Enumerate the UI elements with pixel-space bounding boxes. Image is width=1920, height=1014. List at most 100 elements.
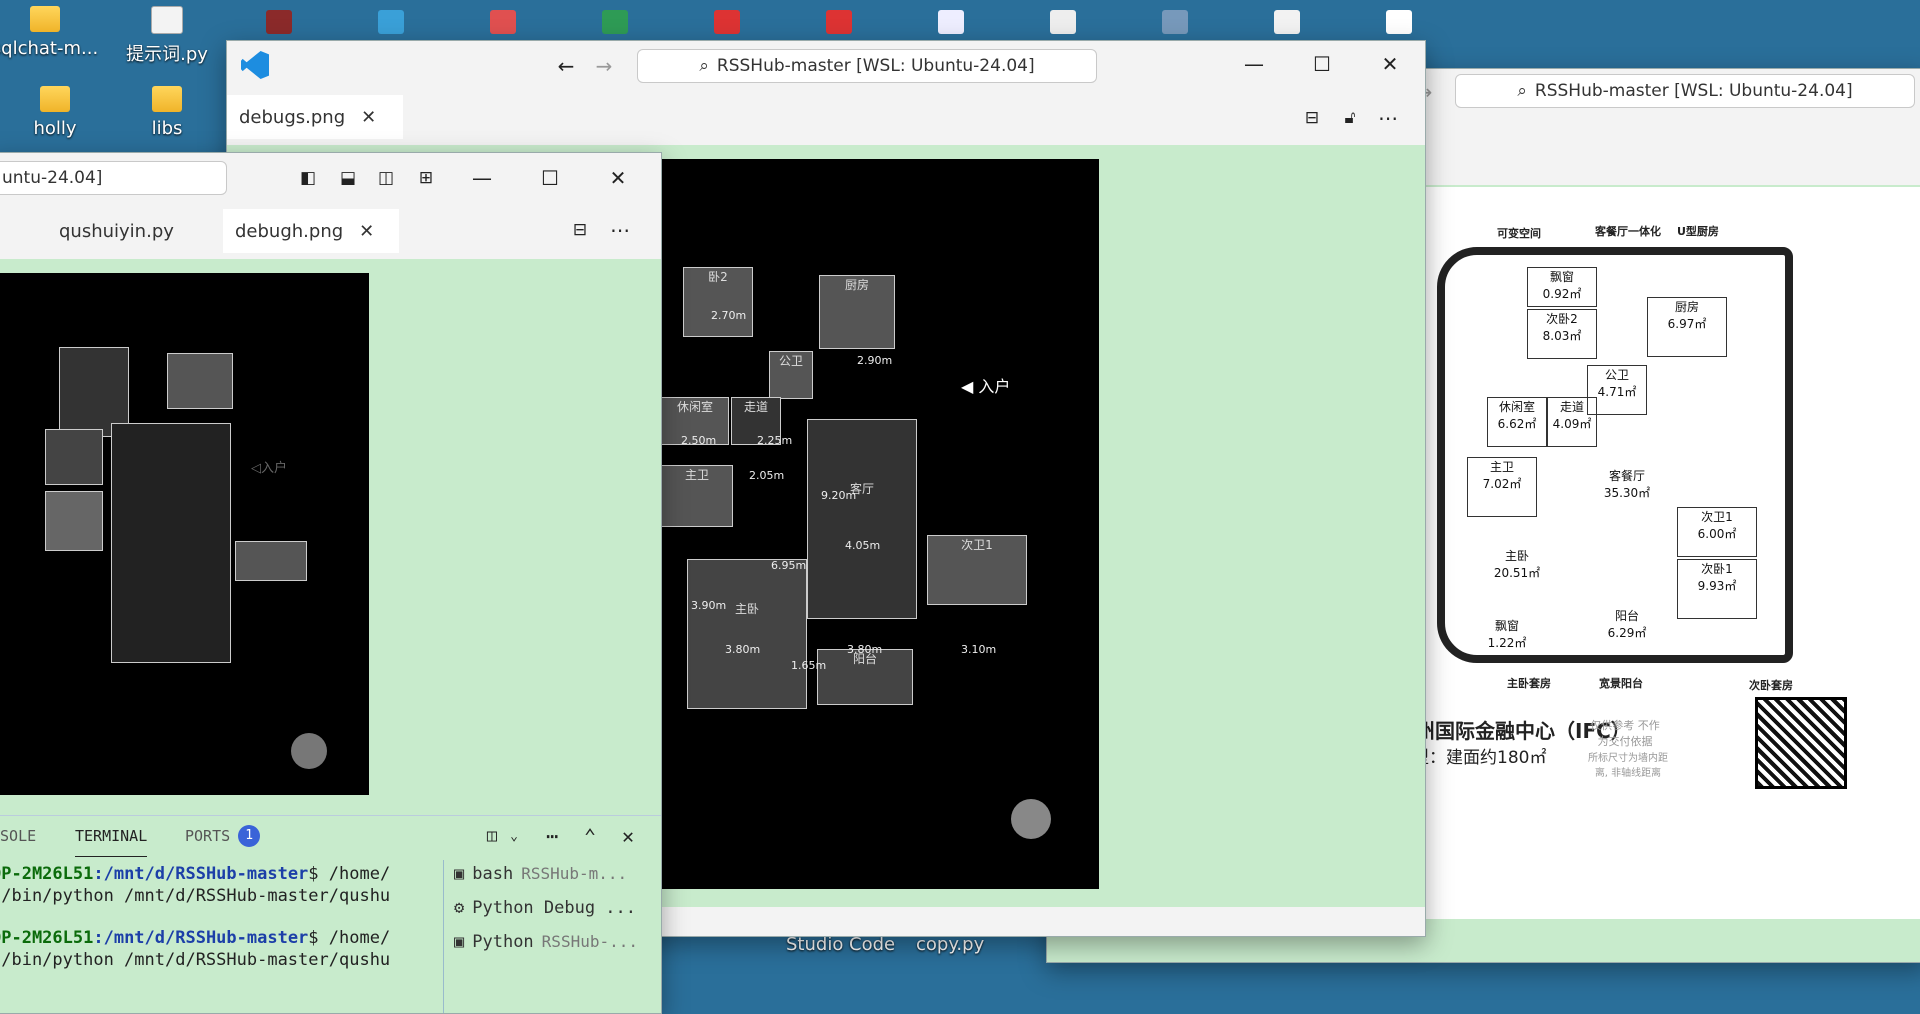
window-vscode-left: untu-24.04] ◧ ⬓ ◫ ⊞ — ☐ ✕ qushuiyin.py d… <box>0 152 662 1014</box>
desktop-icon-label[interactable]: Studio Code <box>786 934 895 955</box>
app-icon[interactable] <box>1162 10 1188 34</box>
minimize-icon[interactable]: — <box>1239 49 1269 79</box>
folder-icon <box>40 86 70 112</box>
annotation: 可变空间 <box>1497 227 1541 240</box>
room: 主卧 20.51㎡ <box>1493 549 1541 580</box>
desktop-icon-label: holly <box>33 118 77 139</box>
tab-terminal[interactable]: TERMINAL <box>75 816 148 857</box>
chevron-down-icon[interactable]: ⌄ <box>499 821 529 851</box>
app-icon[interactable] <box>490 10 516 34</box>
maximize-icon[interactable]: ☐ <box>1307 49 1337 79</box>
search-icon: ⌕ <box>1517 81 1527 101</box>
terminal-line: ./bin/python /mnt/d/RSSHub-master/qushu <box>0 886 391 906</box>
room: 阳台 6.29㎡ <box>1607 609 1647 640</box>
app-icon[interactable] <box>378 10 404 34</box>
desktop-icon-prompt-py[interactable]: 提示词.py <box>112 6 222 66</box>
document-icon[interactable] <box>938 10 964 34</box>
more-actions-icon[interactable]: ⋯ <box>1373 103 1403 133</box>
tab-label: qushuiyin.py <box>59 220 174 242</box>
toggle-panel-icon[interactable]: ⬓ <box>333 163 363 193</box>
dimension-label: 6.95m <box>771 559 807 572</box>
tab-debugs-png[interactable]: debugs.png ✕ <box>227 95 403 139</box>
minimize-icon[interactable]: — <box>467 163 497 193</box>
tab-debug-console[interactable]: NSOLE <box>0 816 36 856</box>
forward-arrow-icon[interactable]: → <box>589 51 619 81</box>
desktop-icon-label: libs <box>151 118 183 139</box>
close-icon[interactable]: ✕ <box>603 163 633 193</box>
toggle-sidebar-icon[interactable]: ◧ <box>293 163 323 193</box>
vscode-logo-icon <box>241 51 269 79</box>
terminal-icon: ▣ <box>454 932 465 952</box>
room: 阳台 <box>817 649 913 705</box>
maximize-icon[interactable]: ☐ <box>535 163 565 193</box>
pdf-icon[interactable] <box>826 10 852 34</box>
terminal-session-bash[interactable]: ▣ bash RSSHub-m... <box>454 864 627 884</box>
room: 主卧 <box>687 559 807 709</box>
dimension-label: 2.05m <box>749 469 785 482</box>
dimension-label: 2.50m <box>681 434 717 447</box>
split-editor-icon[interactable]: ⊟ <box>1297 103 1327 133</box>
customize-layout-icon[interactable]: ⊞ <box>411 163 441 193</box>
room: 次卫1 6.00㎡ <box>1677 507 1757 557</box>
dimension-label: 3.90m <box>691 599 727 612</box>
room: 卧2 <box>683 267 753 337</box>
document-icon[interactable] <box>1386 10 1412 34</box>
tab-label: debugh.png <box>235 220 344 242</box>
close-panel-icon[interactable]: ✕ <box>613 821 643 851</box>
lock-icon[interactable]: 🔓︎ <box>1335 103 1365 133</box>
close-icon[interactable]: ✕ <box>361 107 376 128</box>
split-editor-icon[interactable]: ⊟ <box>565 215 595 245</box>
tab-debugh-png[interactable]: debugh.png ✕ <box>223 209 399 253</box>
search-label: RSSHub-master [WSL: Ubuntu-24.04] <box>1534 81 1853 101</box>
room: 厨房 <box>819 275 895 349</box>
room: 客餐厅 35.30㎡ <box>1603 469 1651 500</box>
toggle-secondary-sidebar-icon[interactable]: ◫ <box>371 163 401 193</box>
maximize-panel-icon[interactable]: ⌃ <box>575 821 605 851</box>
close-icon[interactable]: ✕ <box>1375 49 1405 79</box>
annotation: 主卧套房 <box>1507 677 1551 690</box>
desktop-icon-sqlchat[interactable]: sqlchat-m... <box>0 6 100 59</box>
tab-label: debugs.png <box>239 106 346 128</box>
more-actions-icon[interactable]: ⋯ <box>605 215 635 245</box>
annotation: U型厨房 <box>1677 225 1719 238</box>
back-arrow-icon[interactable]: ← <box>551 51 581 81</box>
terminal-list: ▣ bash RSSHub-m... ⚙︎ Python Debug ... ▣ Pyt… <box>443 860 661 1013</box>
document-icon[interactable] <box>1274 10 1300 34</box>
search-label: RSSHub-master [WSL: Ubuntu-24.04] <box>716 56 1035 76</box>
tab-ports[interactable]: PORTS 1 <box>185 816 261 856</box>
room: 客厅 <box>807 419 917 619</box>
search-label: untu-24.04] <box>2 168 103 188</box>
desktop-icon-label: 提示词.py <box>126 44 208 65</box>
terminal-session-python-debug[interactable]: ⚙︎ Python Debug ... <box>454 898 636 918</box>
video-icon[interactable] <box>1050 10 1076 34</box>
room-shape <box>235 541 307 581</box>
pdf-icon[interactable] <box>714 10 740 34</box>
panel: NSOLE TERMINAL PORTS1 ◫ ⌄ ⋯ ⌃ ✕ OP-2M26L… <box>0 815 661 1013</box>
ports-badge: 1 <box>238 825 261 847</box>
desktop-icon-libs[interactable]: libs <box>112 86 222 139</box>
desktop-icon-label[interactable]: copy.py <box>916 934 984 955</box>
terminal-session-python[interactable]: ▣ Python RSSHub-... <box>454 932 638 952</box>
room-shape <box>45 491 103 551</box>
desktop-icon-holly[interactable]: holly <box>0 86 110 139</box>
terminal-output[interactable]: OP-2M26L51:/mnt/d/RSSHub-master$ /home/ … <box>0 864 431 1013</box>
folder-icon <box>152 86 182 112</box>
spreadsheet-icon[interactable] <box>602 10 628 34</box>
tab-qushuiyin-py[interactable]: qushuiyin.py <box>47 209 221 253</box>
dimension-label: 9.20m <box>821 489 857 502</box>
room: 次卫1 <box>927 535 1027 605</box>
floorplan-image: 可变空间 客餐厅一体化 U型厨房 飘窗 0.92㎡ 次卧2 8.03㎡ 厨房 6.97… <box>1387 187 1920 919</box>
qr-code <box>1755 697 1847 789</box>
close-icon[interactable]: ✕ <box>359 221 374 242</box>
terminal-line: OP-2M26L51:/mnt/d/RSSHub-master$ /home/ <box>0 928 391 948</box>
entry-label: ◁入户 <box>251 461 288 476</box>
command-search-box[interactable]: untu-24.04] <box>0 161 227 195</box>
command-search-box[interactable]: ⌕ RSSHub-master [WSL: Ubuntu-24.04] <box>637 49 1097 83</box>
room-shape <box>45 429 103 485</box>
titlebar: ← → ⌕ RSSHub-master [WSL: Ubuntu-24.04] … <box>227 41 1425 93</box>
dimension-label: 2.90m <box>857 354 893 367</box>
command-search-box[interactable]: ⌕ RSSHub-master [WSL: Ubuntu-24.04] <box>1455 74 1915 108</box>
app-icon[interactable] <box>266 10 292 34</box>
more-actions-icon[interactable]: ⋯ <box>537 821 567 851</box>
dimension-label: 2.70m <box>711 309 747 322</box>
